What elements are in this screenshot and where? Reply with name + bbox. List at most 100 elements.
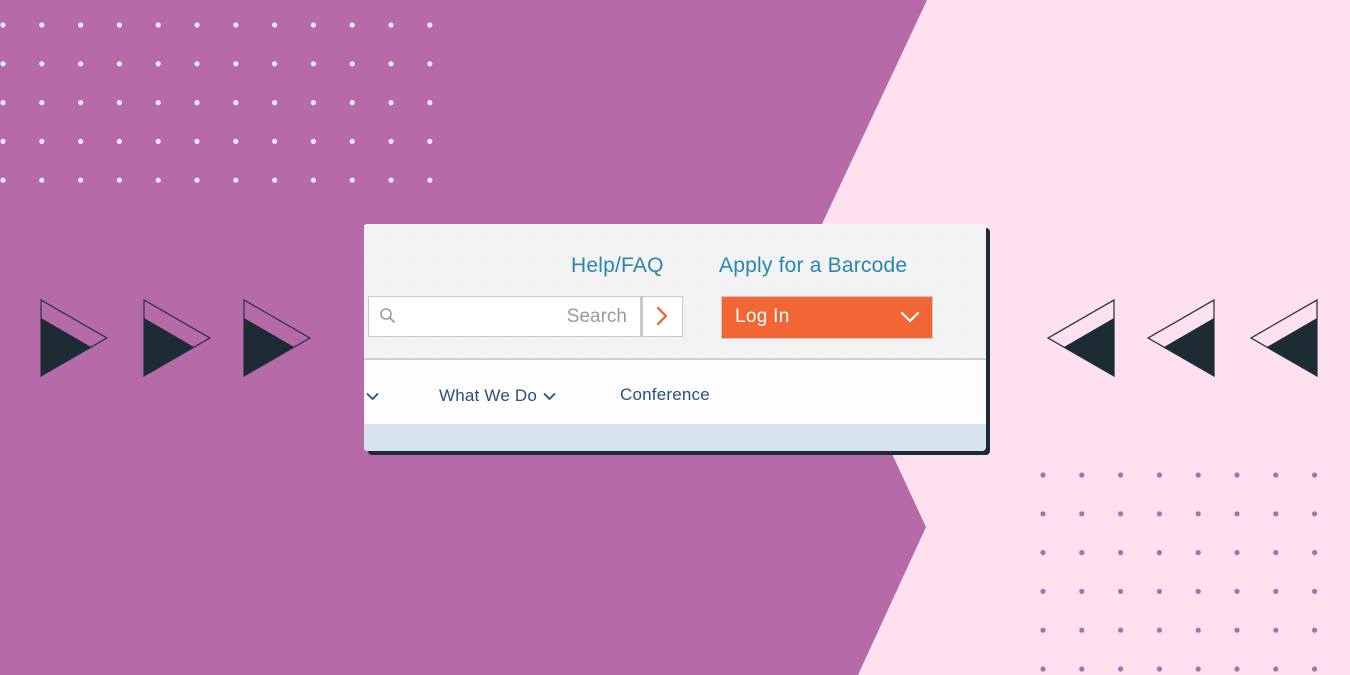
decor-dot xyxy=(427,61,433,67)
decor-dot xyxy=(78,61,84,67)
search-input[interactable] xyxy=(405,297,627,336)
decor-dot xyxy=(1079,472,1085,478)
decor-dot xyxy=(1312,472,1318,478)
decor-dot xyxy=(1312,550,1318,556)
decor-dot xyxy=(1079,666,1085,672)
decor-dot xyxy=(427,138,433,144)
nav-item-label: What We Do xyxy=(439,386,538,405)
decor-dot xyxy=(155,177,161,183)
decor-dot xyxy=(78,100,84,106)
decor-dot xyxy=(1195,588,1201,595)
search-box xyxy=(368,296,641,337)
decor-dot xyxy=(1234,511,1240,517)
login-dropdown-button[interactable]: Log In xyxy=(721,296,933,339)
decor-dot xyxy=(39,61,45,67)
decor-dot xyxy=(116,177,122,183)
subnav-strip xyxy=(364,424,986,451)
decor-dot xyxy=(0,177,6,183)
decor-dot xyxy=(1118,511,1124,517)
decor-dot xyxy=(1273,588,1279,595)
help-faq-link[interactable]: Help/FAQ xyxy=(571,254,664,278)
decor-dot xyxy=(1234,588,1240,595)
decor-dot xyxy=(349,138,355,144)
decor-dot xyxy=(1234,666,1240,672)
decor-dot xyxy=(1079,550,1085,556)
decor-dot xyxy=(427,177,433,183)
decor-dot xyxy=(1040,588,1046,595)
decor-dot xyxy=(155,138,161,144)
decor-dot xyxy=(1195,511,1201,517)
decor-dot xyxy=(0,22,6,28)
decor-dot xyxy=(155,22,161,28)
decor-dot xyxy=(1156,550,1162,556)
decor-dot xyxy=(1156,472,1162,478)
decor-dot xyxy=(233,22,239,28)
decor-dot xyxy=(1040,627,1046,633)
decor-dot xyxy=(194,138,200,144)
decor-dot xyxy=(233,61,239,67)
chevron-right-icon xyxy=(656,306,668,326)
decor-dot xyxy=(39,177,45,183)
decor-dot xyxy=(155,61,161,67)
decor-dot xyxy=(78,22,84,28)
decor-dot xyxy=(1273,511,1279,517)
decor-dot xyxy=(388,22,394,28)
decor-dot xyxy=(1079,588,1085,595)
decor-dot xyxy=(1118,666,1124,672)
decor-dot xyxy=(78,177,84,183)
nav-item-conference[interactable]: Conference xyxy=(620,385,710,405)
decor-dot xyxy=(116,22,122,28)
decor-dot xyxy=(310,177,316,183)
decor-dot xyxy=(388,100,394,106)
decor-dot xyxy=(272,61,278,67)
decor-dot xyxy=(39,100,45,106)
search-submit-button[interactable] xyxy=(641,296,683,337)
decor-dot xyxy=(349,61,355,67)
decor-dot xyxy=(310,61,316,67)
chevron-down-icon xyxy=(543,393,556,400)
search-icon xyxy=(380,308,395,323)
decor-dot xyxy=(1273,627,1279,633)
decor-dot xyxy=(1312,588,1318,595)
decor-dot xyxy=(155,100,161,106)
decor-dot xyxy=(0,100,6,106)
decor-dot xyxy=(1234,550,1240,556)
nav-item-label: Conference xyxy=(620,385,710,404)
decor-dot xyxy=(1156,627,1162,633)
decor-dot xyxy=(194,22,200,28)
decor-dot xyxy=(1273,666,1279,672)
decor-dot xyxy=(272,100,278,106)
decor-dot xyxy=(233,100,239,106)
decor-dot xyxy=(272,177,278,183)
decor-dot xyxy=(1156,588,1162,595)
decor-dot xyxy=(1040,550,1046,556)
decor-dot xyxy=(1040,472,1046,478)
decor-dot xyxy=(1079,627,1085,633)
chevron-down-icon xyxy=(900,311,920,323)
apply-barcode-link[interactable]: Apply for a Barcode xyxy=(719,254,907,278)
decor-dot xyxy=(0,61,6,67)
decor-dot xyxy=(1040,511,1046,517)
decor-dot xyxy=(1156,511,1162,517)
chevron-down-icon xyxy=(366,393,379,400)
nav-item-partial[interactable]: g xyxy=(364,386,379,406)
decor-dot xyxy=(116,100,122,106)
decor-dot xyxy=(1040,666,1046,672)
website-header-screenshot: Help/FAQ Apply for a Barcode Log In g Wh… xyxy=(364,224,986,451)
decor-dot xyxy=(116,61,122,67)
decor-dot xyxy=(194,177,200,183)
decor-dot xyxy=(272,22,278,28)
decor-dot xyxy=(233,138,239,144)
decor-dot xyxy=(194,61,200,67)
decor-dot xyxy=(427,22,433,28)
decor-dot xyxy=(1273,550,1279,556)
nav-item-what-we-do[interactable]: What We Do xyxy=(439,386,556,406)
decor-dot xyxy=(1273,472,1279,478)
decor-dot xyxy=(272,138,278,144)
login-label: Log In xyxy=(735,306,790,327)
decor-dot xyxy=(1312,666,1318,672)
decor-dot xyxy=(233,177,239,183)
decor-dot xyxy=(116,138,122,144)
decor-dot xyxy=(427,100,433,106)
decor-dot xyxy=(1312,627,1318,633)
